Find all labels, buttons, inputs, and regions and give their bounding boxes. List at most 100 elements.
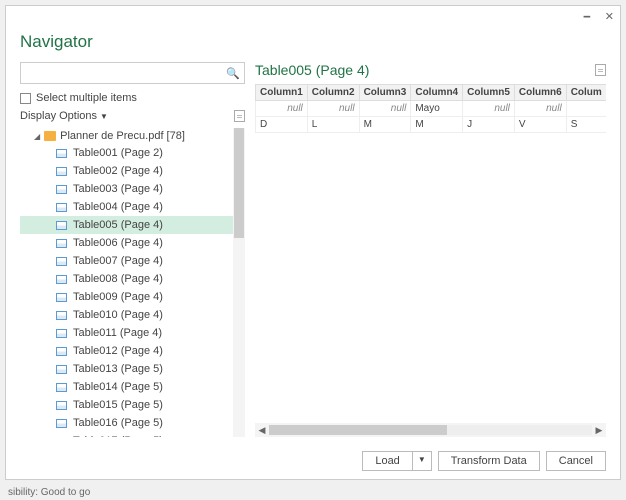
table-icon bbox=[56, 365, 67, 374]
search-input[interactable] bbox=[25, 67, 226, 79]
tree-item[interactable]: Table012 (Page 4) bbox=[20, 342, 233, 360]
table-cell: null bbox=[307, 101, 359, 117]
scroll-right-icon[interactable]: ▶ bbox=[592, 425, 606, 436]
table-cell: Mayo bbox=[411, 101, 463, 117]
table-cell: S bbox=[566, 117, 606, 133]
column-header[interactable]: Column4 bbox=[411, 85, 463, 101]
table-cell: M bbox=[359, 117, 411, 133]
tree-item[interactable]: Table001 (Page 2) bbox=[20, 144, 233, 162]
tree-item-label: Table006 (Page 4) bbox=[73, 237, 163, 249]
minimize-icon[interactable]: 🗕 bbox=[583, 7, 591, 26]
preview-title: Table005 (Page 4) bbox=[255, 62, 369, 78]
tree-item-label: Table008 (Page 4) bbox=[73, 273, 163, 285]
table-row[interactable]: DLMMJVS bbox=[256, 117, 607, 133]
status-bar: sibility: Good to go bbox=[8, 487, 90, 498]
refresh-icon[interactable] bbox=[234, 110, 245, 122]
tree-item[interactable]: Table004 (Page 4) bbox=[20, 198, 233, 216]
table-icon bbox=[56, 347, 67, 356]
table-icon bbox=[56, 275, 67, 284]
navigator-dialog: 🗕 ✕ Navigator 🔍 Select multiple items Di… bbox=[5, 5, 621, 480]
footer: Load ▼ Transform Data Cancel bbox=[6, 443, 620, 479]
scrollbar-thumb[interactable] bbox=[234, 128, 244, 238]
folder-icon bbox=[44, 131, 56, 141]
table-icon bbox=[56, 383, 67, 392]
table-row[interactable]: nullnullnullMayonullnull bbox=[256, 101, 607, 117]
tree-item[interactable]: Table009 (Page 4) bbox=[20, 288, 233, 306]
table-icon bbox=[56, 419, 67, 428]
tree-item-label: Table010 (Page 4) bbox=[73, 309, 163, 321]
tree-item-label: Table005 (Page 4) bbox=[73, 219, 163, 231]
table-icon bbox=[56, 329, 67, 338]
tree-item[interactable]: Table002 (Page 4) bbox=[20, 162, 233, 180]
tree-item[interactable]: Table015 (Page 5) bbox=[20, 396, 233, 414]
tree-item-label: Table014 (Page 5) bbox=[73, 381, 163, 393]
table-icon bbox=[56, 257, 67, 266]
tree: ◢ Planner de Precu.pdf [78] Table001 (Pa… bbox=[20, 128, 245, 437]
table-cell: D bbox=[256, 117, 308, 133]
titlebar: 🗕 ✕ bbox=[6, 6, 620, 26]
table-cell: null bbox=[359, 101, 411, 117]
table-cell: null bbox=[256, 101, 308, 117]
cancel-button[interactable]: Cancel bbox=[546, 451, 606, 471]
hscroll-thumb[interactable] bbox=[269, 425, 447, 435]
tree-item-label: Table016 (Page 5) bbox=[73, 417, 163, 429]
tree-item-label: Table017 (Page 5) bbox=[73, 435, 163, 437]
scroll-left-icon[interactable]: ◀ bbox=[255, 425, 269, 436]
horizontal-scrollbar[interactable]: ◀ ▶ bbox=[255, 423, 606, 437]
checkbox-icon[interactable] bbox=[20, 93, 31, 104]
transform-button[interactable]: Transform Data bbox=[438, 451, 540, 471]
display-options-button[interactable]: Display Options▼ bbox=[20, 110, 108, 122]
table-icon bbox=[56, 167, 67, 176]
tree-scrollbar[interactable] bbox=[233, 128, 245, 437]
tree-item[interactable]: Table014 (Page 5) bbox=[20, 378, 233, 396]
preview-options-icon[interactable] bbox=[595, 64, 606, 76]
tree-item-label: Table007 (Page 4) bbox=[73, 255, 163, 267]
table-icon bbox=[56, 401, 67, 410]
search-icon[interactable]: 🔍 bbox=[226, 67, 240, 80]
tree-item[interactable]: Table010 (Page 4) bbox=[20, 306, 233, 324]
tree-item[interactable]: Table006 (Page 4) bbox=[20, 234, 233, 252]
column-header[interactable]: Colum bbox=[566, 85, 606, 101]
collapse-icon[interactable]: ◢ bbox=[34, 132, 40, 141]
search-box[interactable]: 🔍 bbox=[20, 62, 245, 84]
column-header[interactable]: Column1 bbox=[256, 85, 308, 101]
table-icon bbox=[56, 221, 67, 230]
table-cell: L bbox=[307, 117, 359, 133]
tree-item[interactable]: Table011 (Page 4) bbox=[20, 324, 233, 342]
select-multiple-label: Select multiple items bbox=[36, 92, 137, 104]
tree-item[interactable]: Table003 (Page 4) bbox=[20, 180, 233, 198]
table-icon bbox=[56, 149, 67, 158]
tree-item[interactable]: Table016 (Page 5) bbox=[20, 414, 233, 432]
table-cell: null bbox=[463, 101, 515, 117]
tree-root[interactable]: ◢ Planner de Precu.pdf [78] bbox=[20, 128, 233, 144]
tree-item-label: Table013 (Page 5) bbox=[73, 363, 163, 375]
tree-item-label: Table003 (Page 4) bbox=[73, 183, 163, 195]
table-icon bbox=[56, 239, 67, 248]
left-panel: 🔍 Select multiple items Display Options▼… bbox=[20, 62, 245, 437]
column-header[interactable]: Column3 bbox=[359, 85, 411, 101]
table-icon bbox=[56, 293, 67, 302]
table-cell: null bbox=[514, 101, 566, 117]
load-dropdown-icon[interactable]: ▼ bbox=[412, 451, 432, 471]
tree-item[interactable]: Table013 (Page 5) bbox=[20, 360, 233, 378]
root-label: Planner de Precu.pdf [78] bbox=[60, 130, 185, 142]
tree-item[interactable]: Table007 (Page 4) bbox=[20, 252, 233, 270]
tree-item-label: Table012 (Page 4) bbox=[73, 345, 163, 357]
tree-item[interactable]: Table005 (Page 4) bbox=[20, 216, 233, 234]
table-cell: V bbox=[514, 117, 566, 133]
table-icon bbox=[56, 437, 67, 438]
load-button[interactable]: Load ▼ bbox=[362, 451, 431, 471]
select-multiple-row[interactable]: Select multiple items bbox=[20, 92, 245, 104]
table-cell: J bbox=[463, 117, 515, 133]
table-cell bbox=[566, 101, 606, 117]
table-cell: M bbox=[411, 117, 463, 133]
tree-item[interactable]: Table008 (Page 4) bbox=[20, 270, 233, 288]
column-header[interactable]: Column6 bbox=[514, 85, 566, 101]
tree-item[interactable]: Table017 (Page 5) bbox=[20, 432, 233, 437]
column-header[interactable]: Column2 bbox=[307, 85, 359, 101]
close-icon[interactable]: ✕ bbox=[605, 10, 614, 23]
tree-item-label: Table015 (Page 5) bbox=[73, 399, 163, 411]
tree-item-label: Table004 (Page 4) bbox=[73, 201, 163, 213]
column-header[interactable]: Column5 bbox=[463, 85, 515, 101]
tree-item-label: Table002 (Page 4) bbox=[73, 165, 163, 177]
